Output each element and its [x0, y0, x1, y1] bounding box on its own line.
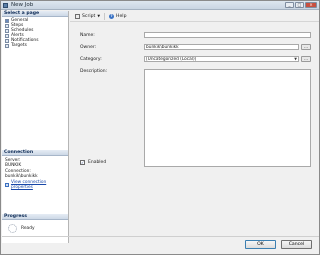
category-browse-button[interactable]: ... [301, 56, 311, 62]
app-icon [3, 3, 8, 8]
page-item-label: Targets [11, 43, 27, 48]
name-label: Name: [80, 33, 95, 38]
chevron-down-icon[interactable]: ▼ [97, 14, 100, 18]
sidebar: Select a page General Steps Schedules Al… [2, 11, 69, 243]
view-connection-properties-link[interactable]: View connection properties [5, 180, 68, 190]
toolbar: Script ▼ ? Help [70, 11, 319, 22]
cancel-button[interactable]: Cancel [281, 240, 312, 249]
toolbar-separator [104, 12, 106, 20]
page-item-targets[interactable]: Targets [5, 43, 68, 48]
owner-label: Owner: [80, 45, 97, 50]
maximize-button[interactable]: □ [295, 2, 304, 8]
ok-button[interactable]: OK [245, 240, 276, 249]
general-page: Script ▼ ? Help Name: Owner: bunkik\bunk… [70, 11, 319, 243]
window-controls: _ □ × [285, 2, 317, 8]
minimize-button[interactable]: _ [285, 2, 294, 8]
script-icon [75, 13, 80, 19]
window-title: New Job [11, 2, 34, 8]
progress-spinner-icon [8, 224, 17, 233]
category-value: [Uncategorized (Local)] [146, 57, 197, 62]
enabled-checkbox-row[interactable]: ✓ Enabled [80, 160, 106, 165]
enabled-checkbox[interactable]: ✓ [80, 160, 85, 165]
description-label: Description: [80, 69, 108, 74]
progress-status: Ready [21, 226, 35, 231]
connection-value: bunkik\bunkikk [5, 174, 38, 179]
new-job-dialog: New Job _ □ × Select a page General Step… [0, 0, 320, 255]
title-bar[interactable]: New Job _ □ × [1, 1, 319, 10]
link-label: View connection properties [10, 180, 47, 190]
page-icon [5, 43, 9, 48]
page-icon [5, 38, 9, 43]
category-select[interactable]: [Uncategorized (Local)] ▼ [144, 56, 299, 62]
owner-input[interactable]: bunkik\bunkikk [144, 44, 299, 50]
connection-section: Connection Server: BUNKIK Connection: bu… [2, 150, 68, 190]
page-icon [5, 33, 9, 38]
owner-browse-button[interactable]: ... [301, 44, 311, 50]
close-button[interactable]: × [305, 2, 317, 8]
page-icon [5, 23, 9, 28]
help-label: Help [116, 13, 127, 19]
help-icon: ? [109, 13, 115, 19]
page-icon [5, 28, 9, 33]
page-icon [5, 18, 9, 23]
properties-icon [5, 183, 9, 187]
enabled-label: Enabled [88, 160, 107, 165]
name-input[interactable] [144, 32, 311, 38]
category-label: Category: [80, 57, 102, 62]
progress-section: Progress Ready [2, 214, 68, 233]
footer-divider [2, 236, 319, 237]
page-list: General Steps Schedules Alerts Notificat… [2, 17, 68, 48]
server-value: BUNKIK [5, 163, 22, 168]
script-label: Script [82, 13, 96, 19]
chevron-down-icon[interactable]: ▼ [294, 57, 297, 61]
script-button[interactable]: Script ▼ [75, 13, 100, 19]
help-button[interactable]: ? Help [109, 13, 127, 19]
description-textarea[interactable] [144, 69, 311, 167]
